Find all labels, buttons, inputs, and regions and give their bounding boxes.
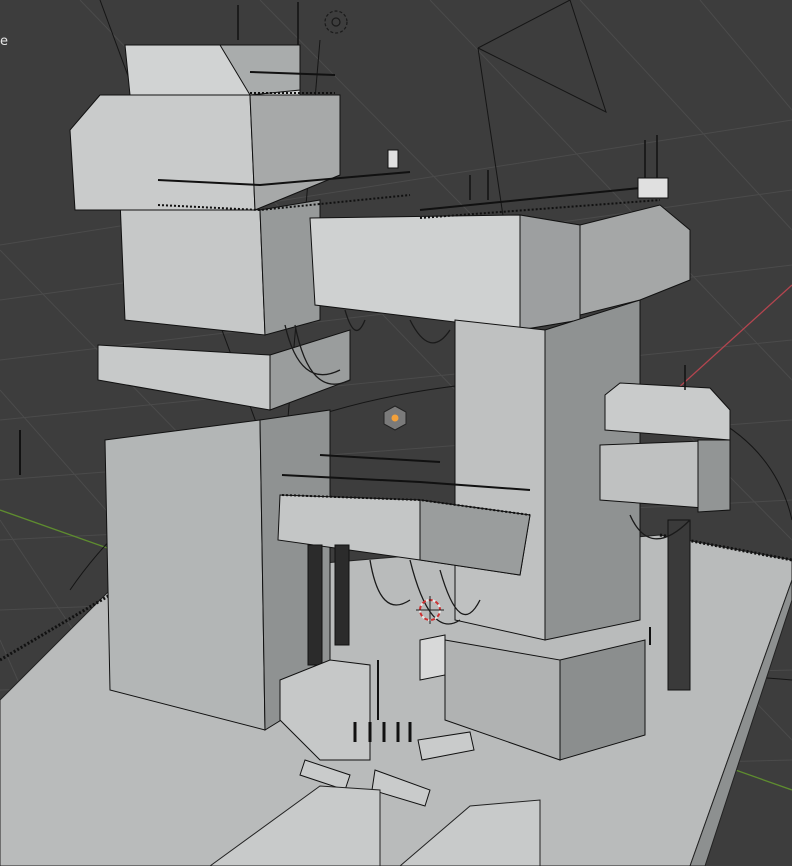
rooftop-box-right [637,177,669,199]
viewport-overlay-text: e [0,34,9,49]
3d-viewport[interactable]: e [0,0,792,866]
bridge-block[interactable] [309,214,581,331]
rooftop-box [387,149,399,169]
viewport-canvas[interactable] [0,0,792,866]
door [419,634,446,681]
light-icon[interactable] [324,10,348,34]
object-origin-icon[interactable] [383,405,407,431]
